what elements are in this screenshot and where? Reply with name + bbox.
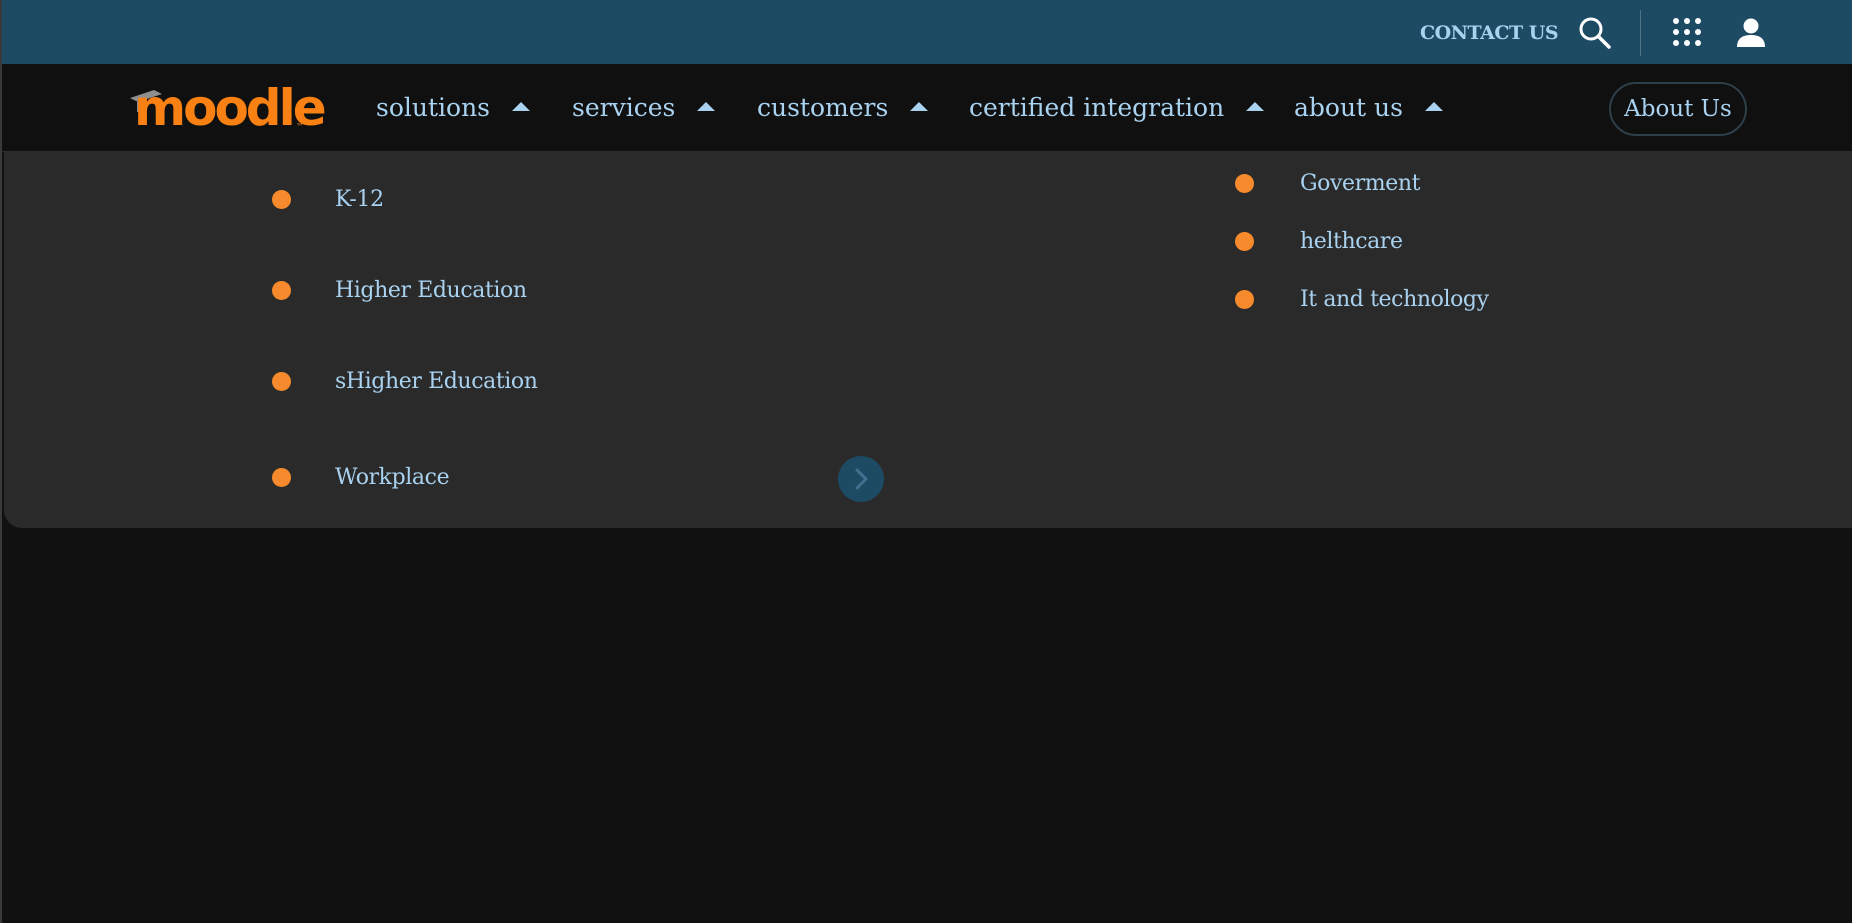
- nav-item-customers[interactable]: customers: [757, 90, 929, 126]
- page: CONTACT US moodle ™ solutions services c…: [0, 0, 1852, 923]
- dropdown-item-goverment[interactable]: Goverment: [1235, 167, 1420, 199]
- dropdown-item-helthcare[interactable]: helthcare: [1235, 225, 1403, 257]
- nav-item-label: services: [572, 93, 676, 122]
- dropdown-item-label: Workplace: [335, 464, 450, 490]
- bullet-icon: [1235, 173, 1254, 193]
- nav-item-label: about us: [1294, 93, 1403, 122]
- about-us-button[interactable]: About Us: [1609, 82, 1747, 136]
- caret-up-icon: [697, 101, 716, 111]
- user-icon[interactable]: [1735, 17, 1767, 49]
- chevron-right-icon: [855, 468, 868, 490]
- dropdown-item-label: It and technology: [1300, 286, 1489, 312]
- dropdown-item-it-and-technology[interactable]: It and technology: [1235, 283, 1489, 315]
- dropdown-item-label: Higher Education: [335, 277, 527, 303]
- bullet-icon: [272, 280, 291, 300]
- caret-up-icon: [1424, 101, 1443, 111]
- bullet-icon: [272, 371, 291, 391]
- nav-item-label: certified integration: [969, 93, 1225, 122]
- dropdown-item-k12[interactable]: K-12: [272, 183, 384, 215]
- nav-item-solutions[interactable]: solutions: [376, 90, 531, 126]
- dropdown-item-workplace[interactable]: Workplace: [272, 461, 450, 493]
- nav-item-services[interactable]: services: [572, 90, 716, 126]
- nav-item-about-us[interactable]: about us: [1294, 90, 1443, 126]
- search-icon[interactable]: [1578, 16, 1612, 50]
- nav-item-label: customers: [757, 93, 889, 122]
- dropdown-item-higher-education[interactable]: Higher Education: [272, 274, 527, 306]
- moodle-logo[interactable]: moodle ™: [128, 79, 327, 137]
- contact-us-link[interactable]: CONTACT US: [1420, 20, 1559, 46]
- main-navigation: moodle ™ solutions services customers ce…: [2, 64, 1852, 152]
- caret-up-icon: [1246, 101, 1265, 111]
- bullet-icon: [1235, 231, 1254, 251]
- dropdown-item-label: sHigher Education: [335, 368, 538, 394]
- apps-grid-icon[interactable]: [1672, 17, 1702, 47]
- nav-item-certified-integration[interactable]: certified integration: [969, 90, 1265, 126]
- nav-item-label: solutions: [376, 93, 491, 122]
- bullet-icon: [272, 189, 291, 209]
- caret-up-icon: [910, 101, 929, 111]
- dropdown-item-label: K-12: [335, 186, 384, 212]
- solutions-dropdown-panel: K-12 Higher Education sHigher Education …: [4, 152, 1852, 528]
- caret-up-icon: [512, 101, 531, 111]
- dropdown-item-label: Goverment: [1300, 170, 1421, 196]
- topbar-divider: [1640, 10, 1641, 56]
- next-arrow-button[interactable]: [838, 456, 884, 502]
- top-utility-bar: CONTACT US: [2, 0, 1852, 64]
- dropdown-item-label: helthcare: [1300, 228, 1403, 254]
- logo-trademark: ™: [296, 122, 304, 131]
- dropdown-item-shigher-education[interactable]: sHigher Education: [272, 365, 538, 397]
- bullet-icon: [1235, 289, 1254, 309]
- bullet-icon: [272, 467, 291, 487]
